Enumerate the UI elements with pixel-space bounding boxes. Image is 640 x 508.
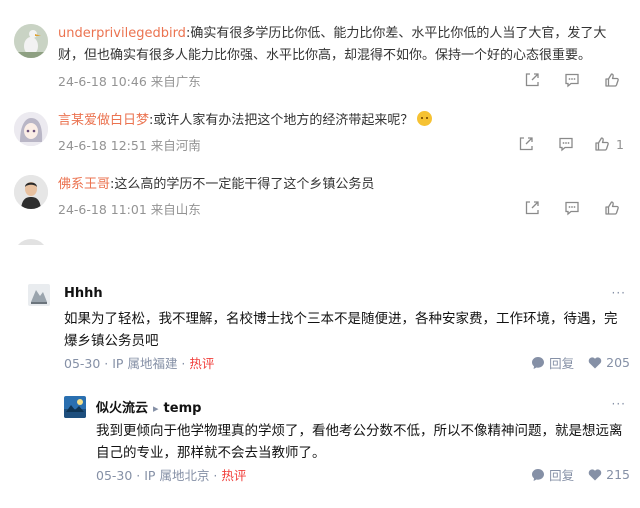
comment-meta: 05-30 · IP 属地福建 · 热评	[64, 353, 214, 372]
zhihu-comment-panel: Hhhh ··· 如果为了轻松，我不理解，名校博士找个三本不是随便进，各种安家费…	[12, 276, 632, 494]
like-icon	[595, 137, 609, 151]
reply-label: 回复	[549, 356, 575, 371]
comment-actions: 回复 205	[531, 353, 630, 372]
comment-date: 05-30	[96, 468, 133, 483]
comment-text: :或许人家有办法把这个地方的经济带起来呢？	[149, 113, 414, 128]
reply-icon	[532, 356, 545, 369]
username-link[interactable]: underprivilegedbird	[58, 26, 186, 41]
weibo-comment-panel: underprivilegedbird:确实有很多学历比你低、能力比你差、水平比…	[0, 0, 640, 245]
comment-actions	[520, 199, 624, 217]
weibo-comment: 言某爱做白日梦:或许人家有办法把这个地方的经济带起来呢？ 24-6-18 12:…	[0, 110, 640, 160]
like-button[interactable]	[600, 199, 624, 217]
meta-separator: ·	[177, 356, 190, 371]
comment-meta: 24-6-18 12:51 来自河南	[58, 138, 201, 153]
reply-button[interactable]: 回复	[531, 353, 574, 372]
reply-button[interactable]: 回复	[531, 465, 574, 484]
cut-off-comment	[14, 238, 614, 245]
hot-badge: 热评	[189, 356, 215, 371]
username[interactable]: 似火流云	[96, 401, 148, 416]
avatar[interactable]	[28, 284, 50, 306]
comment-actions: 1	[514, 135, 624, 153]
emoji-icon	[417, 111, 433, 126]
ip-location: IP 属地北京	[144, 468, 210, 483]
reply-arrow-icon: ▸	[153, 402, 159, 415]
more-icon[interactable]: ···	[612, 286, 626, 300]
like-button[interactable]: 1	[594, 135, 624, 153]
comment-body: 佛系王哥:这么高的学历不一定能干得了这个乡镇公务员	[58, 174, 626, 196]
like-count: 1	[616, 136, 624, 152]
meta-separator: ·	[100, 356, 113, 371]
weibo-comment: 佛系王哥:这么高的学历不一定能干得了这个乡镇公务员 24-6-18 11:01 …	[0, 175, 640, 225]
share-icon	[525, 73, 539, 87]
reply-to-username[interactable]: temp	[164, 401, 202, 416]
comment-meta: 24-6-18 11:01 来自山东	[58, 202, 201, 217]
username-link[interactable]: 佛系王哥	[58, 177, 110, 192]
share-button[interactable]	[520, 71, 544, 89]
comment-button[interactable]	[554, 135, 578, 153]
comment-text: :这么高的学历不一定能干得了这个乡镇公务员	[110, 177, 375, 192]
like-count: 215	[606, 467, 630, 482]
like-icon	[605, 201, 619, 215]
hot-badge: 热评	[221, 468, 247, 483]
like-button[interactable]: 205	[588, 355, 630, 370]
comment-icon	[565, 73, 579, 88]
comment-button[interactable]	[560, 71, 584, 89]
comment-meta: 05-30 · IP 属地北京 · 热评	[96, 465, 246, 484]
comment-meta: 24-6-18 10:46 来自广东	[58, 74, 201, 89]
comment-body: 言某爱做白日梦:或许人家有办法把这个地方的经济带起来呢？	[58, 110, 626, 132]
heart-icon	[588, 356, 602, 368]
like-count: 205	[606, 355, 630, 370]
ip-location: IP 属地福建	[112, 356, 178, 371]
avatar[interactable]	[14, 175, 48, 209]
username[interactable]: Hhhh	[64, 286, 103, 301]
heart-icon	[588, 468, 602, 480]
comment-text: 如果为了轻松，我不理解，名校博士找个三本不是随便进，各种安家费，工作环境，待遇，…	[64, 311, 618, 349]
comment-date: 05-30	[64, 356, 101, 371]
comment-button[interactable]	[560, 199, 584, 217]
reply-header: 似火流云 ▸ temp	[96, 397, 201, 416]
share-icon	[519, 137, 533, 151]
like-button[interactable]	[600, 71, 624, 89]
comment-text: 我到更倾向于他学物理真的学烦了，看他考公分数不低，所以不像精神问题，就是想远离自…	[96, 423, 623, 461]
comment-icon	[565, 201, 579, 216]
comment-icon	[559, 137, 573, 152]
avatar[interactable]	[14, 24, 48, 58]
weibo-comment: underprivilegedbird:确实有很多学历比你低、能力比你差、水平比…	[0, 24, 640, 94]
avatar[interactable]	[14, 112, 48, 146]
meta-separator: ·	[209, 468, 222, 483]
share-button[interactable]	[520, 199, 544, 217]
share-icon	[525, 201, 539, 215]
more-icon[interactable]: ···	[612, 397, 626, 411]
meta-separator: ·	[132, 468, 145, 483]
comment-actions	[520, 71, 624, 89]
reply-label: 回复	[549, 468, 575, 483]
comment-actions: 回复 215	[531, 465, 630, 484]
avatar[interactable]	[64, 396, 86, 418]
share-button[interactable]	[514, 135, 538, 153]
comment-body: underprivilegedbird:确实有很多学历比你低、能力比你差、水平比…	[58, 23, 626, 67]
reply-icon	[532, 468, 545, 481]
username-link[interactable]: 言某爱做白日梦	[58, 113, 149, 128]
like-button[interactable]: 215	[588, 467, 630, 482]
like-icon	[605, 73, 619, 87]
